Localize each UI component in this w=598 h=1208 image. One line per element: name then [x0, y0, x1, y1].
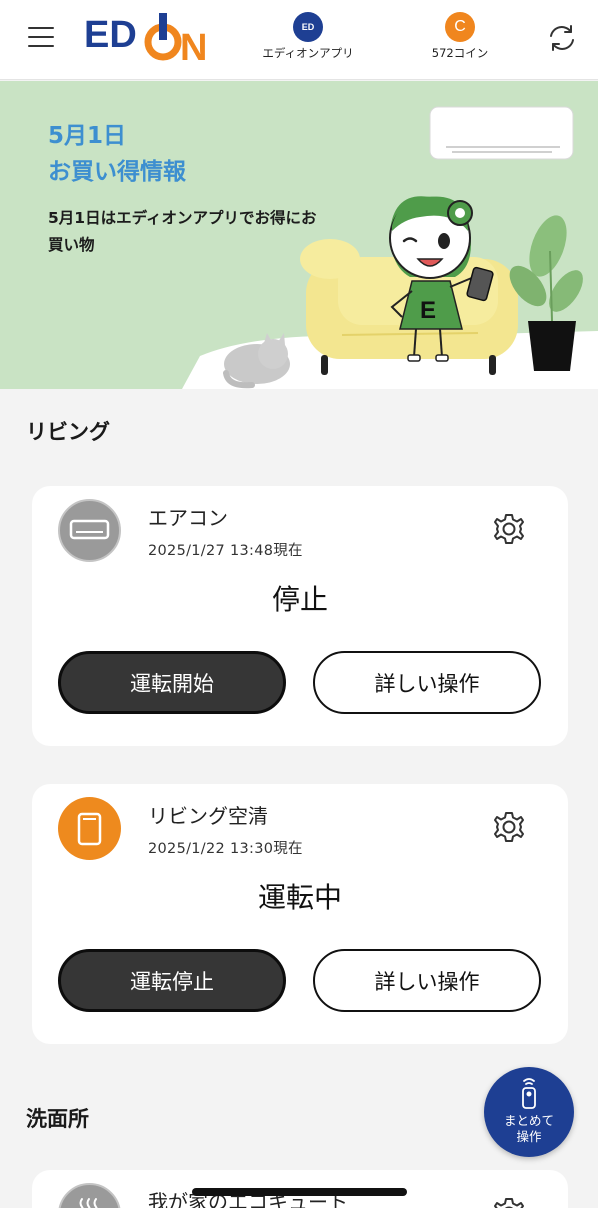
refresh-icon[interactable] — [546, 23, 578, 53]
promo-banner[interactable]: E 5月1日 お買い得情報 5月1日はエディオンアプリでお得にお買い物 — [0, 81, 598, 389]
svg-text:E: E — [420, 297, 436, 324]
water-heater-icon — [58, 1183, 121, 1208]
gear-icon[interactable] — [492, 1196, 526, 1208]
menu-icon[interactable] — [28, 27, 54, 47]
coin-balance-link[interactable]: C 572コイン — [418, 12, 502, 68]
device-timestamp: 2025/1/22 13:30現在 — [148, 841, 303, 857]
device-card-air-purifier: リビング空清 2025/1/22 13:30現在 運転中 運転停止 詳しい操作 — [32, 784, 568, 1044]
svg-text:N: N — [180, 27, 207, 66]
detailed-controls-button[interactable]: 詳しい操作 — [313, 651, 541, 714]
device-timestamp: 2025/1/27 13:48現在 — [148, 543, 303, 559]
batch-control-button[interactable]: まとめて 操作 — [484, 1067, 574, 1157]
edion-logo[interactable]: ED N — [84, 10, 224, 69]
device-name: リビング空清 — [148, 804, 268, 828]
section-title-washroom: 洗面所 — [26, 1107, 89, 1131]
svg-text:ED: ED — [84, 14, 137, 56]
device-card-air-conditioner: エアコン 2025/1/27 13:48現在 停止 運転開始 詳しい操作 — [32, 486, 568, 746]
coin-balance-label: 572コイン — [431, 46, 489, 60]
batch-control-label: まとめて 操作 — [503, 1113, 554, 1144]
gear-icon[interactable] — [492, 512, 526, 546]
device-status: 停止 — [271, 583, 328, 616]
section-title-living: リビング — [26, 420, 110, 444]
banner-subtext: 5月1日はエディオンアプリでお得にお買い物 — [48, 209, 317, 254]
start-operation-button[interactable]: 運転開始 — [58, 651, 286, 714]
edion-app-link[interactable]: ED エディオンアプリ — [256, 12, 360, 68]
device-status: 運転中 — [257, 881, 342, 914]
gear-icon[interactable] — [492, 810, 526, 844]
stop-operation-button[interactable]: 運転停止 — [58, 949, 286, 1012]
home-indicator[interactable] — [192, 1188, 407, 1196]
banner-date: 5月1日 — [48, 123, 127, 149]
banner-headline: お買い得情報 — [48, 159, 186, 185]
air-conditioner-icon — [58, 499, 121, 562]
detailed-controls-button[interactable]: 詳しい操作 — [313, 949, 541, 1012]
device-name: エアコン — [148, 506, 228, 530]
edion-app-icon: ED — [293, 12, 323, 42]
app-header: ED N ED エディオンアプリ C 572コイン — [0, 0, 598, 80]
air-purifier-icon — [58, 797, 121, 860]
coin-icon: C — [445, 12, 475, 42]
edion-app-label: エディオンアプリ — [262, 46, 354, 60]
remote-control-icon — [522, 1078, 536, 1109]
